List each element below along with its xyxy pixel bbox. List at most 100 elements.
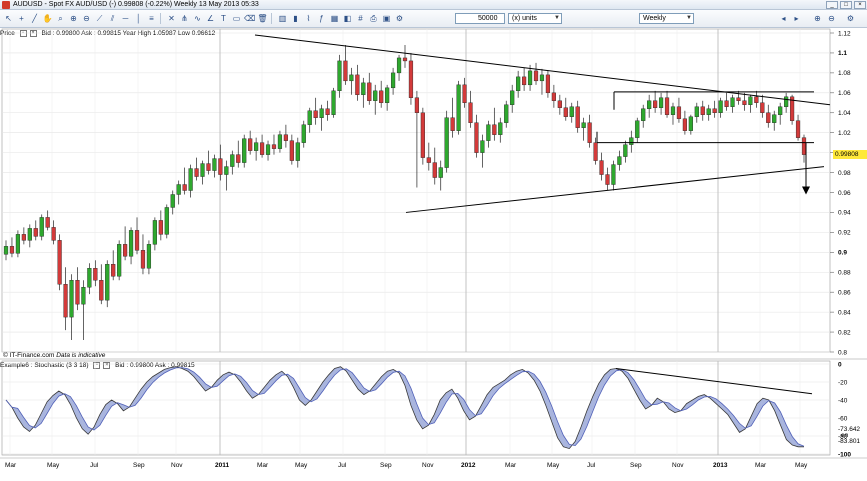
candle-body (21, 234, 26, 241)
time-tick-label: May (795, 462, 808, 469)
candle-body (629, 137, 634, 145)
time-tick-label: Mar (5, 462, 17, 469)
candle-body (105, 264, 110, 301)
candle-body (748, 96, 753, 105)
candle-body (563, 107, 568, 117)
candle-body (504, 104, 509, 123)
candle-body (593, 142, 598, 161)
time-tick-label: 2013 (713, 462, 728, 469)
price-tick-label: 0.82 (838, 329, 851, 336)
candle-body (432, 162, 437, 178)
candle-body (426, 157, 431, 163)
candle-body (254, 142, 259, 151)
candle-body (557, 100, 562, 108)
candle-body (778, 106, 783, 115)
candle-body (87, 268, 92, 288)
candle-body (158, 220, 163, 235)
candle-body (605, 174, 610, 185)
stoch-tick-label: -40 (838, 397, 848, 404)
candle-body (653, 100, 658, 108)
candle-body (766, 112, 771, 123)
candle-body (259, 142, 265, 155)
candle-body (146, 244, 152, 269)
time-tick-label: May (47, 462, 60, 469)
candle-body (224, 166, 229, 175)
candle-body (801, 137, 807, 155)
candle-body (647, 100, 652, 109)
indicative-note: Data is indicative (56, 352, 106, 359)
candle-body (682, 118, 687, 131)
time-tick-label: Mar (505, 462, 517, 469)
candle-body (349, 74, 354, 82)
candle-body (527, 70, 533, 86)
candle-body (414, 97, 420, 113)
candle-body (587, 122, 592, 143)
stoch-tick-label: -60 (838, 415, 848, 422)
time-tick-label: Sep (133, 462, 145, 469)
candle-body (57, 240, 62, 285)
candle-body (718, 100, 723, 113)
candle-body (760, 102, 765, 113)
candle-body (444, 117, 449, 168)
candle-body (480, 140, 485, 153)
time-tick-label: Mar (755, 462, 767, 469)
stoch-divergence-line (615, 368, 813, 395)
candle-body (617, 156, 622, 165)
candle-body (140, 250, 146, 269)
candle-body (176, 184, 181, 195)
candle-body (468, 102, 473, 123)
candle-body (117, 244, 122, 277)
data-source-note: © IT-Finance.com Data is indicative (3, 352, 105, 359)
candle-body (402, 57, 408, 62)
candle-body (408, 60, 414, 98)
candle-body (581, 122, 586, 128)
price-tick-label: 0.84 (838, 309, 851, 316)
price-tick-label: 0.92 (838, 230, 851, 237)
candle-body (3, 246, 9, 255)
stoch-value-2: -83.801 (838, 438, 861, 445)
candle-body (289, 140, 294, 161)
candle-body (712, 108, 717, 113)
candle-body (93, 268, 98, 281)
candle-body (69, 280, 74, 318)
candle-body (575, 106, 580, 128)
chart-canvas[interactable]: 1.121.11.081.061.041.0210.980.960.940.92… (0, 0, 867, 481)
candle-body (331, 90, 336, 115)
candle-body (194, 168, 199, 177)
candle-body (516, 76, 521, 92)
price-tick-label: 1.04 (838, 110, 851, 117)
time-tick-label: Jul (338, 462, 347, 469)
last-price-flag: 0.99808 (833, 150, 867, 159)
candle-body (635, 120, 640, 138)
candle-body (15, 234, 21, 254)
candle-body (730, 97, 735, 107)
stoch-band (6, 366, 804, 449)
candle-body (99, 280, 104, 301)
candle-body (343, 60, 348, 82)
candle-body (664, 97, 670, 115)
candle-body (295, 142, 300, 161)
candle-body (438, 167, 443, 178)
candle-body (522, 76, 527, 86)
time-tick-label: Sep (380, 462, 392, 469)
candle-body (81, 287, 86, 305)
candle-body (33, 228, 38, 237)
price-tick-label: 0.8 (838, 349, 847, 356)
price-panel-frame (1, 28, 831, 353)
candle-body (182, 184, 187, 191)
candle-body (688, 116, 693, 131)
price-tick-label: 0.9 (838, 250, 847, 257)
candle-body (271, 144, 277, 149)
candle-body (128, 230, 134, 257)
candle-body (379, 90, 384, 103)
time-tick-label: Nov (672, 462, 684, 469)
price-tick-label: 0.94 (838, 210, 851, 217)
price-tick-label: 0.88 (838, 270, 851, 277)
candle-body (63, 284, 68, 318)
candle-body (301, 124, 306, 143)
candle-body (545, 74, 551, 94)
candle-body (533, 70, 539, 82)
candle-body (599, 160, 604, 175)
price-tick-label: 1.06 (838, 90, 851, 97)
candle-body (319, 108, 324, 118)
